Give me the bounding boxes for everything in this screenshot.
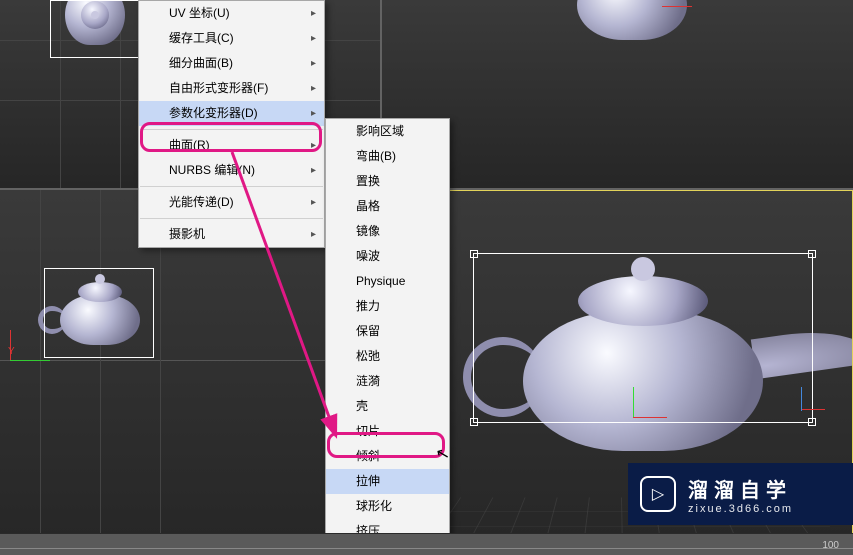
menu-item-label: NURBS 编辑(N) xyxy=(169,163,255,177)
menu-item-label: Physique xyxy=(356,274,405,288)
menu-item-nurbs[interactable]: NURBS 编辑(N) xyxy=(139,158,324,183)
modifier-menu[interactable]: UV 坐标(U) 缓存工具(C) 细分曲面(B) 自由形式变形器(F) 参数化变… xyxy=(138,0,325,248)
menu-item-camera[interactable]: 摄影机 xyxy=(139,222,324,247)
menu-item-label: 弯曲(B) xyxy=(356,149,396,163)
submenu-item-displace[interactable]: 置换 xyxy=(326,169,449,194)
submenu-item-physique[interactable]: Physique xyxy=(326,269,449,294)
menu-item-label: 推力 xyxy=(356,299,380,313)
submenu-item-bend[interactable]: 弯曲(B) xyxy=(326,144,449,169)
submenu-item-push[interactable]: 推力 xyxy=(326,294,449,319)
submenu-item-mirror[interactable]: 镜像 xyxy=(326,219,449,244)
selection-frame xyxy=(50,0,140,58)
menu-item-label: 细分曲面(B) xyxy=(169,56,233,70)
submenu-item-affect-region[interactable]: 影响区域 xyxy=(326,119,449,144)
submenu-item-slice[interactable]: 切片 xyxy=(326,419,449,444)
submenu-item-lattice[interactable]: 晶格 xyxy=(326,194,449,219)
menu-item-cache-tools[interactable]: 缓存工具(C) xyxy=(139,26,324,51)
menu-item-label: 涟漪 xyxy=(356,374,380,388)
menu-item-subdiv[interactable]: 细分曲面(B) xyxy=(139,51,324,76)
menu-item-ffd[interactable]: 自由形式变形器(F) xyxy=(139,76,324,101)
menu-item-label: 噪波 xyxy=(356,249,380,263)
menu-item-label: 松弛 xyxy=(356,349,380,363)
menu-item-label: 曲面(R) xyxy=(169,138,210,152)
axis-y-label: Y xyxy=(8,346,15,357)
menu-item-label: 置换 xyxy=(356,174,380,188)
play-icon: ▷ xyxy=(640,476,676,512)
submenu-item-ripple[interactable]: 涟漪 xyxy=(326,369,449,394)
app-stage: Y UV 坐标(U) 缓存工具(C) 细分曲面(B) 自由形式变形器(F) 参数… xyxy=(0,0,853,555)
watermark-brand: 溜溜自学 xyxy=(688,474,793,503)
menu-item-label: 光能传递(D) xyxy=(169,195,234,209)
submenu-item-shell[interactable]: 壳 xyxy=(326,394,449,419)
viewport-front[interactable] xyxy=(382,0,853,188)
menu-item-label: 自由形式变形器(F) xyxy=(169,81,268,95)
menu-item-label: 壳 xyxy=(356,399,368,413)
menu-item-label: 拉伸 xyxy=(356,474,380,488)
menu-item-uv[interactable]: UV 坐标(U) xyxy=(139,1,324,26)
parametric-deformers-submenu[interactable]: 影响区域 弯曲(B) 置换 晶格 镜像 噪波 Physique 推力 保留 松弛… xyxy=(325,118,450,555)
menu-item-label: 倾斜 xyxy=(356,449,380,463)
menu-item-label: 影响区域 xyxy=(356,124,404,138)
submenu-item-stretch[interactable]: 拉伸 xyxy=(326,469,449,494)
menu-item-label: 球形化 xyxy=(356,499,392,513)
menu-item-label: UV 坐标(U) xyxy=(169,6,230,20)
selection-bounds xyxy=(473,253,813,423)
submenu-item-skew[interactable]: 倾斜 xyxy=(326,444,449,469)
menu-item-radiosity[interactable]: 光能传递(D) xyxy=(139,190,324,215)
submenu-item-noise[interactable]: 噪波 xyxy=(326,244,449,269)
timeline-tick: 100 xyxy=(822,540,839,551)
menu-item-label: 保留 xyxy=(356,324,380,338)
menu-item-parametric-deformers[interactable]: 参数化变形器(D) xyxy=(139,101,324,126)
menu-separator xyxy=(140,186,323,187)
submenu-item-relax[interactable]: 松弛 xyxy=(326,344,449,369)
submenu-item-preserve[interactable]: 保留 xyxy=(326,319,449,344)
menu-item-label: 缓存工具(C) xyxy=(169,31,234,45)
menu-separator xyxy=(140,218,323,219)
menu-item-surface[interactable]: 曲面(R) xyxy=(139,133,324,158)
watermark-url: zixue.3d66.com xyxy=(688,503,793,515)
menu-item-label: 摄影机 xyxy=(169,227,205,241)
menu-item-label: 切片 xyxy=(356,424,380,438)
watermark: ▷ 溜溜自学 zixue.3d66.com xyxy=(628,463,853,525)
selection-frame xyxy=(44,268,154,358)
menu-item-label: 镜像 xyxy=(356,224,380,238)
timeline[interactable]: 100 xyxy=(0,533,853,555)
menu-item-label: 参数化变形器(D) xyxy=(169,106,258,120)
submenu-item-spherify[interactable]: 球形化 xyxy=(326,494,449,519)
menu-item-label: 晶格 xyxy=(356,199,380,213)
menu-separator xyxy=(140,129,323,130)
